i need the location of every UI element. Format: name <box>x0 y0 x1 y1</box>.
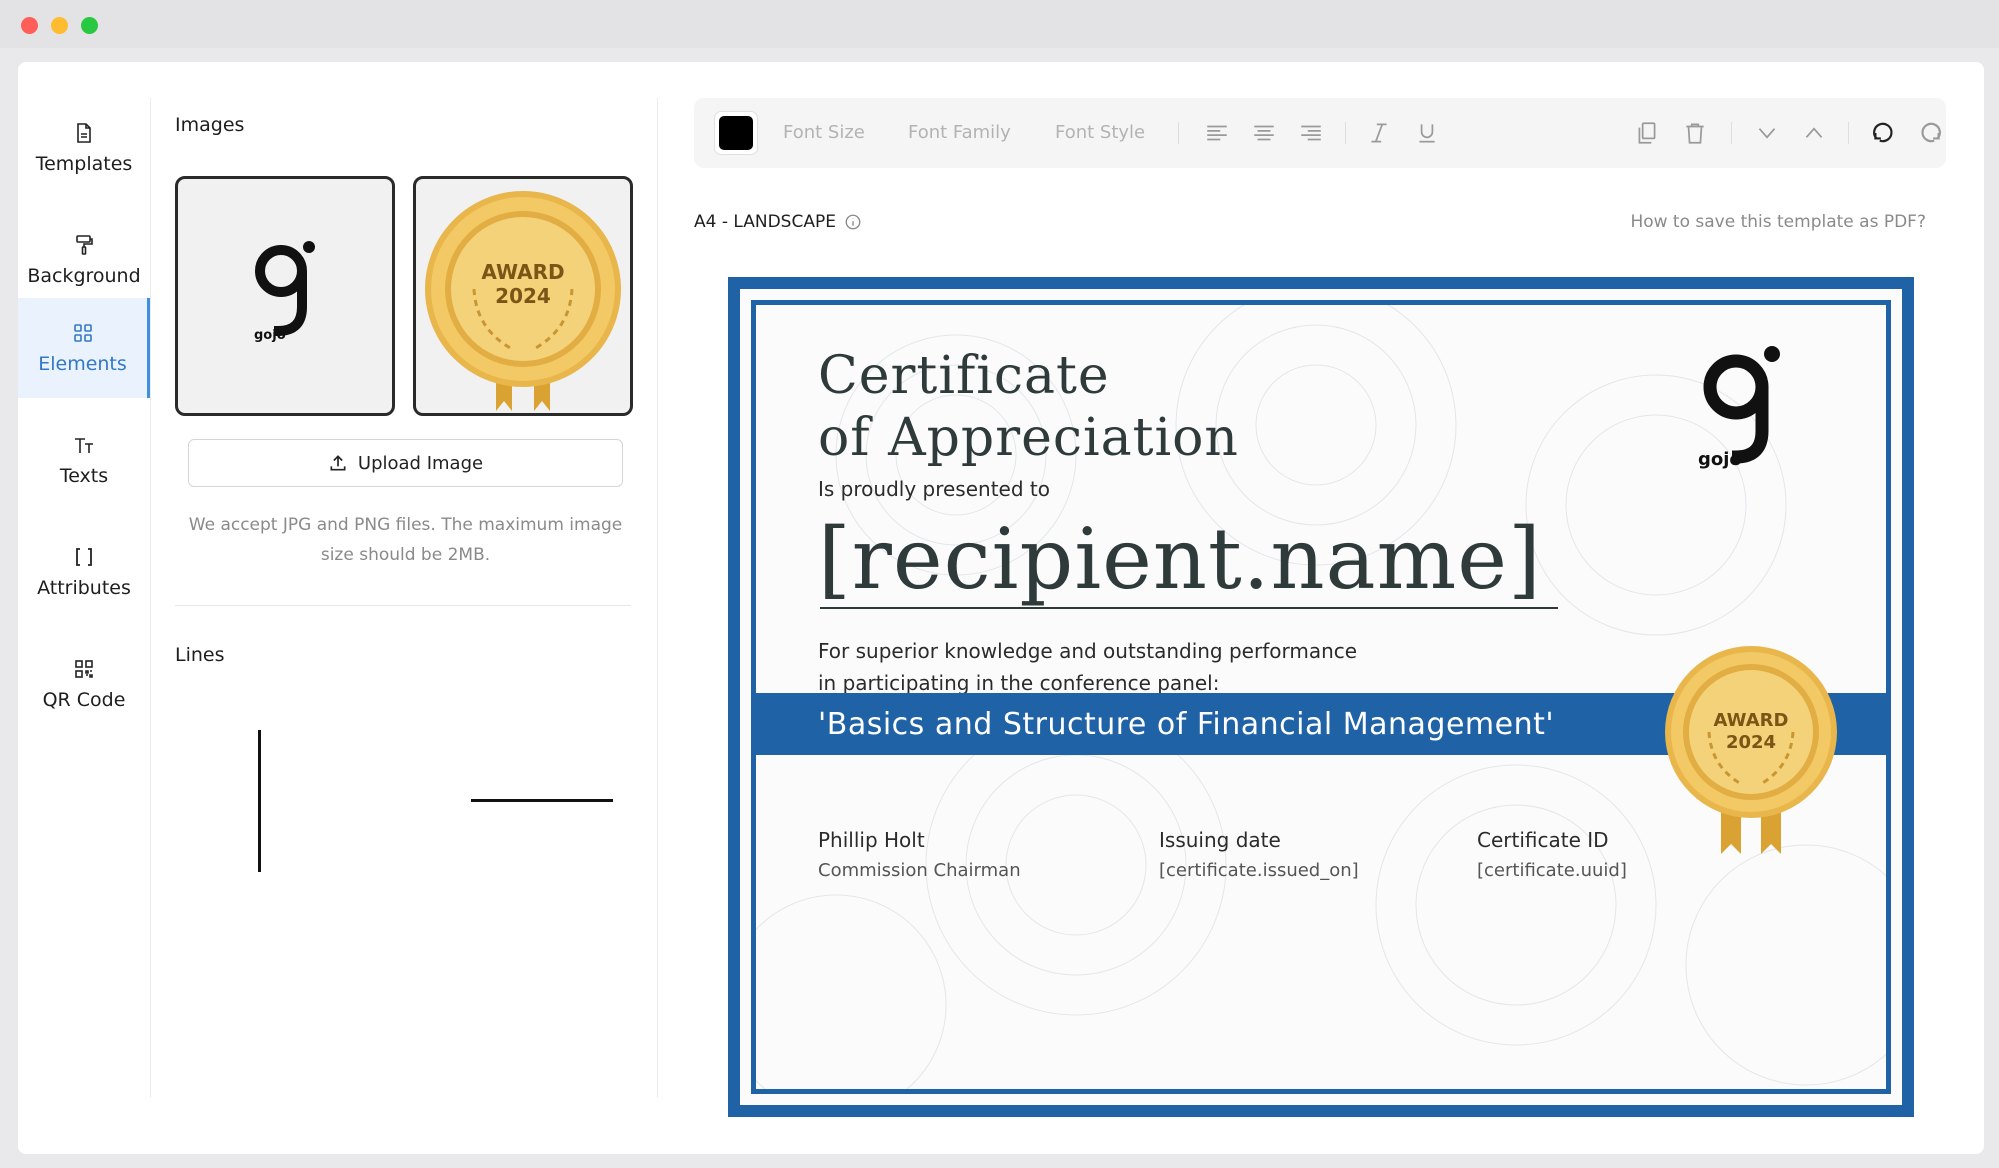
color-picker[interactable] <box>714 111 758 155</box>
recipient-underline[interactable] <box>820 607 1558 609</box>
body-line-1: For superior knowledge and outstanding p… <box>818 639 1358 663</box>
badge-award-text: AWARD <box>481 260 564 284</box>
toolbar-separator <box>1731 122 1732 144</box>
badge-year-text: 2024 <box>495 284 551 308</box>
certificate-badge-award: AWARD <box>1714 710 1789 731</box>
toolbar-separator <box>1848 122 1849 144</box>
horizontal-line-element[interactable] <box>471 799 613 802</box>
certificate-id-label[interactable]: Certificate ID <box>1477 828 1609 852</box>
upload-icon <box>330 455 346 471</box>
format-toolbar: Font Size Font Family Font Style <box>694 98 1946 168</box>
recipient-name-placeholder[interactable]: [recipient.name] <box>818 510 1542 608</box>
undo-icon[interactable] <box>1870 120 1896 146</box>
certificate-badge-year: 2024 <box>1726 732 1776 753</box>
underline-icon[interactable] <box>1414 120 1440 146</box>
brackets-icon <box>76 548 92 566</box>
qr-code-icon <box>75 660 93 678</box>
page-size-label: A4 - LANDSCAPE <box>694 212 862 232</box>
nav-item-background[interactable]: Background <box>18 210 150 310</box>
nav-item-templates[interactable]: Templates <box>18 98 150 198</box>
nav-label: Background <box>27 265 141 287</box>
nav-item-qr-code[interactable]: QR Code <box>18 634 150 734</box>
duplicate-icon[interactable] <box>1634 120 1660 146</box>
nav-item-attributes[interactable]: Attributes <box>18 522 150 622</box>
editor-window: Templates Background Elements Texts Attr… <box>18 62 1984 1154</box>
move-up-icon[interactable] <box>1801 120 1827 146</box>
minimize-window-button[interactable] <box>51 17 68 34</box>
panel-divider <box>175 605 631 606</box>
nav-label: QR Code <box>42 689 126 711</box>
align-right-icon[interactable] <box>1298 120 1324 146</box>
upload-note: We accept JPG and PNG files. The maximum… <box>188 515 623 565</box>
grid-icon <box>73 324 92 342</box>
certificate-paper: Certificate of Appreciation gojo Is prou… <box>740 289 1902 1105</box>
font-family-dropdown[interactable]: Font Family <box>908 122 1011 143</box>
nav-item-texts[interactable]: Texts <box>18 410 150 510</box>
signatory-title[interactable]: Commission Chairman <box>818 860 1021 881</box>
certificate-body-text[interactable]: For superior knowledge and outstanding p… <box>818 635 1357 699</box>
course-banner-text: 'Basics and Structure of Financial Manag… <box>818 707 1555 742</box>
align-left-icon[interactable] <box>1204 120 1230 146</box>
toolbar-separator <box>1178 122 1179 144</box>
upload-button-label: Upload Image <box>357 452 484 474</box>
certificate-title[interactable]: Certificate of Appreciation <box>818 345 1239 469</box>
nav-label: Texts <box>59 465 109 487</box>
certificate-title-line1: Certificate <box>818 346 1110 406</box>
nav-label: Elements <box>38 353 127 375</box>
save-pdf-help-link[interactable]: How to save this template as PDF? <box>1630 212 1926 232</box>
gojo-logo-text: gojo <box>254 328 286 343</box>
certificate-award-badge[interactable]: AWARD 2024 <box>1651 640 1851 855</box>
panel-divider-vertical <box>657 98 658 1098</box>
certificate-canvas[interactable]: Certificate of Appreciation gojo Is prou… <box>728 277 1914 1117</box>
color-swatch-fill <box>719 116 753 150</box>
window-titlebar <box>0 0 1999 48</box>
gojo-logo-image: gojo <box>254 241 315 343</box>
trash-icon[interactable] <box>1682 120 1708 146</box>
certificate-logo-text: gojo <box>1698 449 1742 470</box>
upload-image-button[interactable]: Upload Image <box>188 439 623 487</box>
certificate-frame: Certificate of Appreciation gojo Is prou… <box>751 300 1891 1094</box>
paint-roller-icon <box>76 235 93 255</box>
zoom-window-button[interactable] <box>81 17 98 34</box>
lines-section-title: Lines <box>175 644 225 666</box>
text-size-icon <box>75 438 93 453</box>
signatory-name[interactable]: Phillip Holt <box>818 828 925 852</box>
issuing-date-label[interactable]: Issuing date <box>1159 828 1281 852</box>
certificate-gojo-logo[interactable]: gojo <box>1690 335 1790 485</box>
award-badge-image: AWARD 2024 <box>425 191 621 411</box>
issuing-date-placeholder[interactable]: [certificate.issued_on] <box>1159 860 1359 881</box>
font-style-dropdown[interactable]: Font Style <box>1055 122 1145 143</box>
nav-label: Attributes <box>37 577 131 599</box>
certificate-id-placeholder[interactable]: [certificate.uuid] <box>1477 860 1627 881</box>
presented-to-text[interactable]: Is proudly presented to <box>818 477 1050 501</box>
close-window-button[interactable] <box>21 17 38 34</box>
page-size-text: A4 - LANDSCAPE <box>694 212 836 232</box>
image-thumb-award-badge[interactable]: AWARD 2024 <box>413 176 633 416</box>
vertical-line-element[interactable] <box>258 730 261 872</box>
align-center-icon[interactable] <box>1251 120 1277 146</box>
nav-label: Templates <box>35 153 133 175</box>
info-icon[interactable] <box>844 213 862 231</box>
font-size-dropdown[interactable]: Font Size <box>783 122 865 143</box>
toolbar-separator <box>1345 122 1346 144</box>
image-thumb-gojo-logo[interactable]: gojo <box>175 176 395 416</box>
elements-panel: Images gojo AWARD 2024 Upload Image We a… <box>151 62 675 1154</box>
move-down-icon[interactable] <box>1754 120 1780 146</box>
images-section-title: Images <box>175 114 245 136</box>
file-icon <box>77 123 91 143</box>
italic-icon[interactable] <box>1366 120 1392 146</box>
certificate-title-line2: of Appreciation <box>818 408 1239 468</box>
nav-item-elements[interactable]: Elements <box>18 298 150 398</box>
redo-icon[interactable] <box>1918 120 1944 146</box>
